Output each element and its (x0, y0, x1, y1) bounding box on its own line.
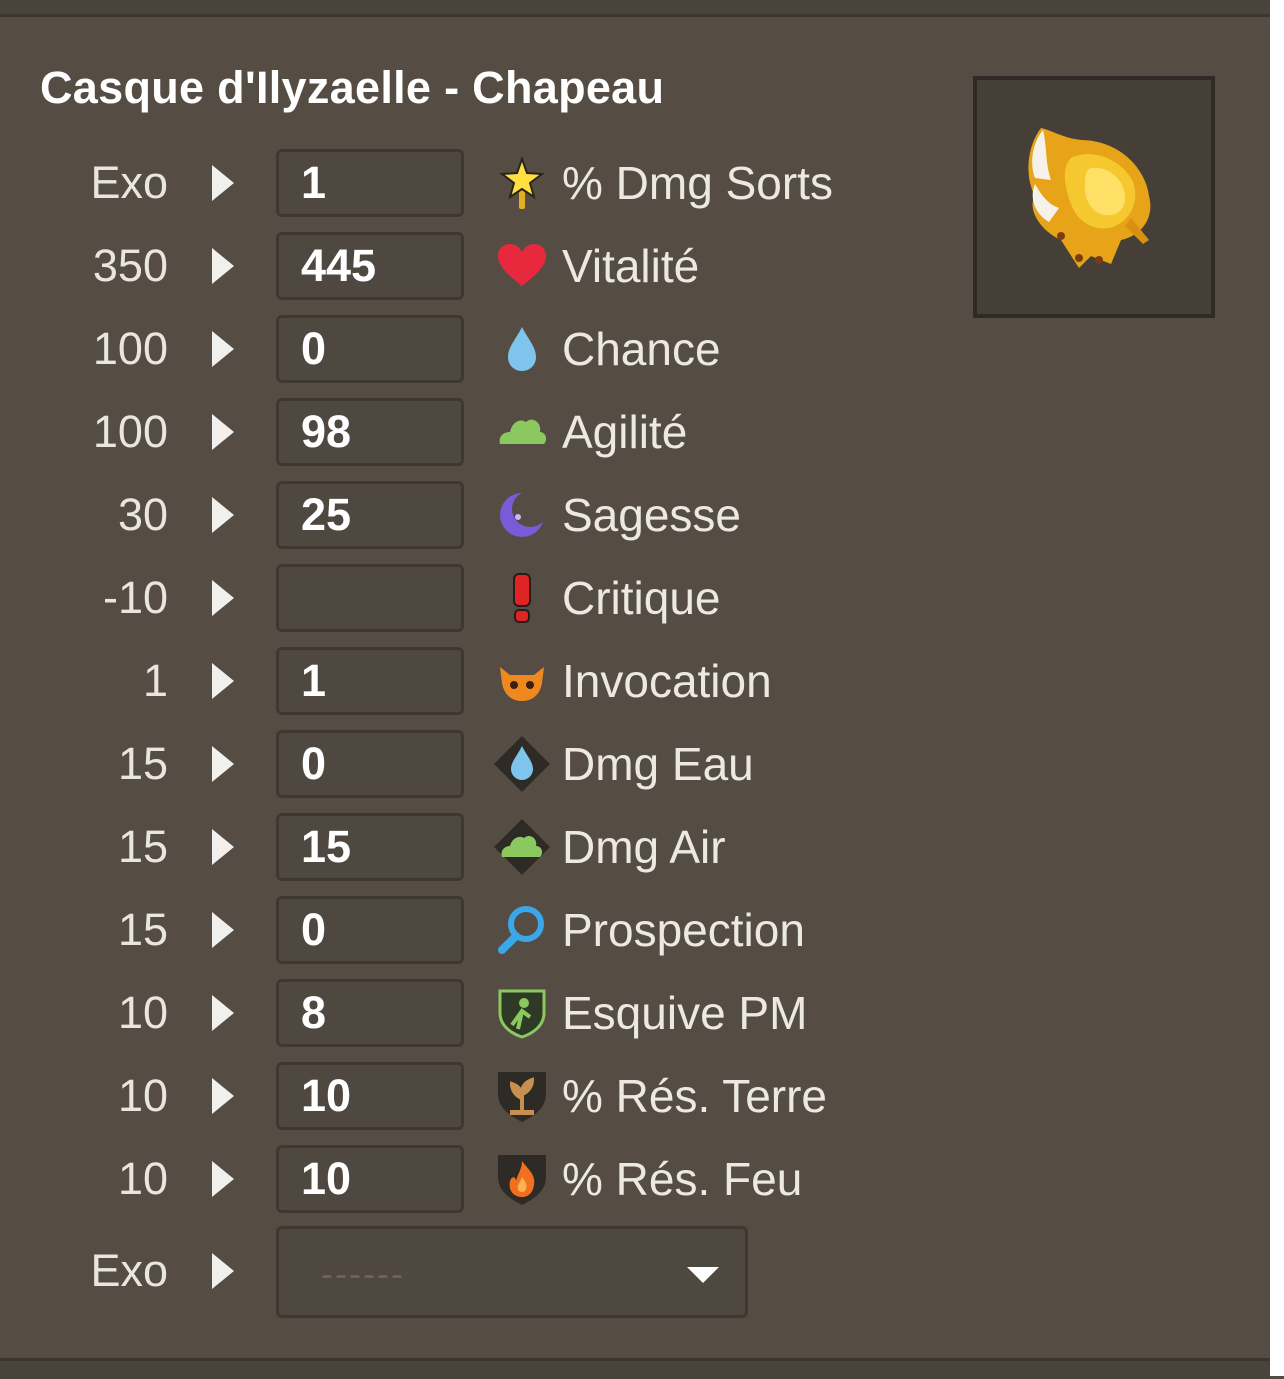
water-drop-icon (508, 327, 536, 371)
base-value: Exo (90, 157, 168, 208)
stat-input[interactable]: 98 (276, 398, 464, 466)
apply-arrow-button[interactable] (212, 746, 234, 782)
exo-label: Exo (90, 1245, 168, 1296)
moon-icon (500, 491, 548, 537)
stat-label: Sagesse (562, 489, 742, 541)
stat-input[interactable]: 1 (276, 149, 464, 217)
item-title: Casque d'Ilyzaelle - Chapeau (40, 62, 665, 113)
stat-input[interactable]: 1 (276, 647, 464, 715)
stat-input[interactable]: 10 (276, 1145, 464, 1213)
base-value: 15 (117, 821, 168, 872)
fire-resist-icon (498, 1155, 546, 1205)
base-value: 100 (92, 406, 168, 457)
chevron-down-icon[interactable] (687, 1267, 719, 1283)
stat-row-res-terre: 10 10 % Rés. Terre (0, 1061, 900, 1131)
right-edge (1270, 0, 1284, 1376)
stat-label: Chance (562, 323, 721, 375)
apply-arrow-button[interactable] (212, 663, 234, 699)
apply-arrow-button[interactable] (212, 912, 234, 948)
base-value: 100 (92, 323, 168, 374)
exclamation-icon (513, 573, 531, 623)
stat-label: Agilité (562, 406, 688, 458)
stat-input[interactable]: 8 (276, 979, 464, 1047)
earth-resist-icon (498, 1072, 546, 1122)
stat-row-dmg-air: 15 15 Dmg Air (0, 812, 900, 882)
monster-head-icon (500, 667, 544, 701)
stat-label: Vitalité (562, 240, 700, 292)
base-value: 15 (117, 904, 168, 955)
stat-label: Critique (562, 572, 721, 624)
stat-row-sagesse: 30 25 Sagesse (0, 480, 900, 550)
exo-select-placeholder: ------ (321, 1253, 405, 1294)
base-value: 30 (117, 489, 168, 540)
stat-input[interactable]: 445 (276, 232, 464, 300)
stat-row-dmg-eau: 15 0 Dmg Eau (0, 729, 900, 799)
cloud-icon (499, 419, 547, 444)
stat-row-invocation: 1 1 Invocation (0, 646, 900, 716)
apply-arrow-button[interactable] (212, 165, 234, 201)
stat-row-prospection: 15 0 Prospection (0, 895, 900, 965)
base-value: 15 (117, 738, 168, 789)
stat-label: % Rés. Terre (562, 1070, 828, 1122)
stat-row-res-feu: 10 10 % Rés. Feu (0, 1144, 900, 1214)
stat-input[interactable]: 25 (276, 481, 464, 549)
stat-row-esquive-pm: 10 8 Esquive PM (0, 978, 900, 1048)
apply-arrow-button[interactable] (212, 580, 234, 616)
stat-input[interactable]: 10 (276, 1062, 464, 1130)
stat-label: % Rés. Feu (562, 1153, 803, 1205)
golden-winged-helmet-icon (1028, 128, 1151, 268)
stat-label: Dmg Eau (562, 738, 754, 790)
stat-input[interactable]: 0 (276, 896, 464, 964)
stat-row-agilite: 100 98 Agilité (0, 397, 900, 467)
base-value: 350 (92, 240, 168, 291)
apply-arrow-button[interactable] (212, 248, 234, 284)
stat-input[interactable]: 0 (276, 315, 464, 383)
stat-label: % Dmg Sorts (562, 157, 833, 209)
top-border (0, 0, 1270, 17)
stat-input[interactable]: 0 (276, 730, 464, 798)
heart-icon (498, 244, 546, 286)
apply-arrow-button[interactable] (212, 331, 234, 367)
apply-arrow-button[interactable] (212, 829, 234, 865)
stat-input[interactable] (276, 564, 464, 632)
apply-arrow-button[interactable] (212, 1078, 234, 1114)
base-value: 10 (117, 1153, 168, 1204)
stat-input[interactable]: 15 (276, 813, 464, 881)
base-value: 1 (142, 655, 168, 706)
base-value: 10 (117, 1070, 168, 1121)
stat-label: Prospection (562, 904, 805, 956)
star-wand-icon (499, 156, 545, 209)
magnifier-icon (498, 906, 544, 954)
stat-label: Esquive PM (562, 987, 808, 1039)
apply-arrow-button[interactable] (212, 414, 234, 450)
base-value: 10 (117, 987, 168, 1038)
apply-arrow-button[interactable] (212, 995, 234, 1031)
stat-label: Invocation (562, 655, 772, 707)
dodge-shield-icon (498, 989, 546, 1039)
apply-arrow-button[interactable] (212, 1161, 234, 1197)
item-image-frame (973, 76, 1215, 318)
air-damage-icon (494, 819, 550, 875)
stat-row-chance: 100 0 Chance (0, 314, 900, 384)
exo-select-dropdown[interactable]: ------ (276, 1226, 748, 1318)
stat-row-dmg-sorts: Exo 1 % Dmg Sorts (0, 148, 900, 218)
apply-arrow-button[interactable] (212, 1253, 234, 1289)
water-damage-icon (494, 736, 550, 792)
base-value: -10 (102, 572, 168, 623)
apply-arrow-button[interactable] (212, 497, 234, 533)
stat-row-vitalite: 350 445 Vitalité (0, 231, 900, 301)
stat-label: Dmg Air (562, 821, 726, 873)
stat-row-critique: -10 Critique (0, 563, 900, 633)
